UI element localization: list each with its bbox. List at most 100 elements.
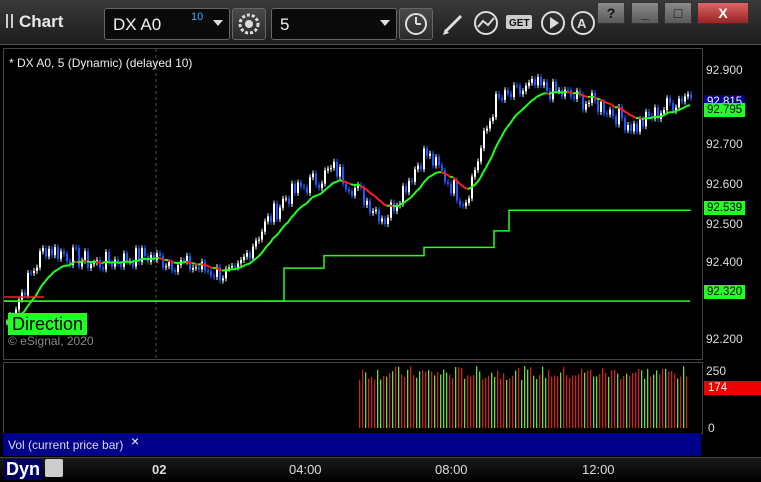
candle-body <box>483 131 485 148</box>
volume-bar <box>452 378 453 428</box>
direction-label: Direction <box>8 313 87 335</box>
direction-line <box>36 290 39 295</box>
candle-body <box>159 253 161 256</box>
volume-bar <box>479 371 480 428</box>
close-button[interactable]: X <box>697 2 749 24</box>
direction-line <box>309 198 312 201</box>
volume-bar <box>518 368 519 428</box>
direction-line <box>567 92 570 93</box>
candle-body <box>585 104 587 110</box>
direction-line <box>189 263 192 264</box>
direction-line <box>600 99 603 101</box>
candle-body <box>381 218 383 221</box>
direction-line <box>348 183 351 185</box>
direction-line <box>630 115 633 116</box>
close-icon[interactable]: × <box>131 433 139 449</box>
volume-bar <box>635 372 636 428</box>
direction-line <box>675 110 678 112</box>
volume-bar <box>374 380 375 428</box>
settings-button[interactable] <box>232 8 266 40</box>
volume-bar <box>431 371 432 428</box>
direction-line <box>243 265 246 267</box>
candle-body <box>636 124 638 132</box>
candle-body <box>42 248 44 251</box>
chevron-down-icon[interactable] <box>380 20 390 26</box>
direction-line <box>336 180 339 182</box>
direction-line <box>207 266 210 267</box>
volume-bar <box>545 378 546 428</box>
play-icon[interactable] <box>540 10 566 36</box>
candle-body <box>297 183 299 193</box>
candle-body <box>315 173 317 184</box>
volume-panel[interactable] <box>3 362 703 434</box>
alert-icon[interactable]: A <box>570 10 596 36</box>
direction-line <box>279 229 282 233</box>
time-axis[interactable] <box>0 457 761 482</box>
get-icon[interactable]: GET <box>505 10 535 36</box>
candle-body <box>45 248 47 256</box>
volume-bar <box>548 370 549 428</box>
direction-line <box>75 262 78 263</box>
candle-body <box>684 96 686 101</box>
lock-icon[interactable] <box>45 459 63 477</box>
direction-line <box>501 132 504 138</box>
symbol-input[interactable]: DX A0 10 <box>104 8 230 40</box>
direction-line <box>375 196 378 199</box>
direction-line <box>102 262 105 263</box>
volume-bar <box>407 370 408 428</box>
candle-body <box>624 118 626 130</box>
candle-body <box>441 165 443 170</box>
study-icon[interactable] <box>473 10 499 36</box>
direction-line <box>483 167 486 172</box>
candle-body <box>312 173 314 177</box>
svg-text:A: A <box>577 16 587 31</box>
interval-input[interactable]: 5 <box>271 8 397 40</box>
candle-body <box>384 218 386 224</box>
price-tag-direction: 92.795 <box>704 103 745 117</box>
direction-line <box>435 172 438 173</box>
direction-line <box>546 93 549 94</box>
direction-line <box>603 101 606 103</box>
candle-body <box>273 204 275 222</box>
candle-body <box>27 273 29 295</box>
direction-line <box>486 162 489 168</box>
direction-line <box>306 201 309 204</box>
candle-body <box>240 260 242 263</box>
direction-line <box>480 173 483 179</box>
clock-button[interactable] <box>399 8 433 40</box>
volume-bar <box>623 376 624 428</box>
direction-line <box>333 182 336 183</box>
candle-body <box>168 262 170 266</box>
volume-label: Vol (current price bar) <box>8 438 123 452</box>
direction-line <box>219 269 222 270</box>
volume-bar <box>449 375 450 428</box>
candle-body <box>21 292 23 299</box>
price-tag-level: 92.320 <box>704 285 745 299</box>
help-button[interactable]: ? <box>597 2 625 24</box>
candle-body <box>252 246 254 258</box>
y-tick: 92.200 <box>706 332 743 346</box>
candle-body <box>615 116 617 124</box>
pause-icon[interactable] <box>6 14 13 28</box>
candle-body <box>300 183 302 187</box>
chevron-down-icon[interactable] <box>213 20 223 26</box>
dynamic-mode[interactable]: Dyn <box>4 459 42 480</box>
candle-body <box>267 216 269 221</box>
pencil-icon[interactable] <box>441 10 467 36</box>
candle-body <box>321 184 323 188</box>
volume-bar <box>581 369 582 428</box>
candle-body <box>66 254 68 261</box>
volume-bar <box>665 369 666 428</box>
minimize-button[interactable]: _ <box>631 2 659 24</box>
direction-line <box>291 215 294 218</box>
price-chart[interactable] <box>3 48 703 360</box>
candle-body <box>261 232 263 240</box>
candle-body <box>678 99 680 108</box>
direction-line <box>237 268 240 269</box>
candle-body <box>411 181 413 182</box>
volume-bar <box>443 370 444 428</box>
maximize-button[interactable]: □ <box>664 2 692 24</box>
volume-bar <box>527 369 528 428</box>
volume-bar <box>611 370 612 428</box>
price-tag-level: 92.539 <box>704 201 745 215</box>
